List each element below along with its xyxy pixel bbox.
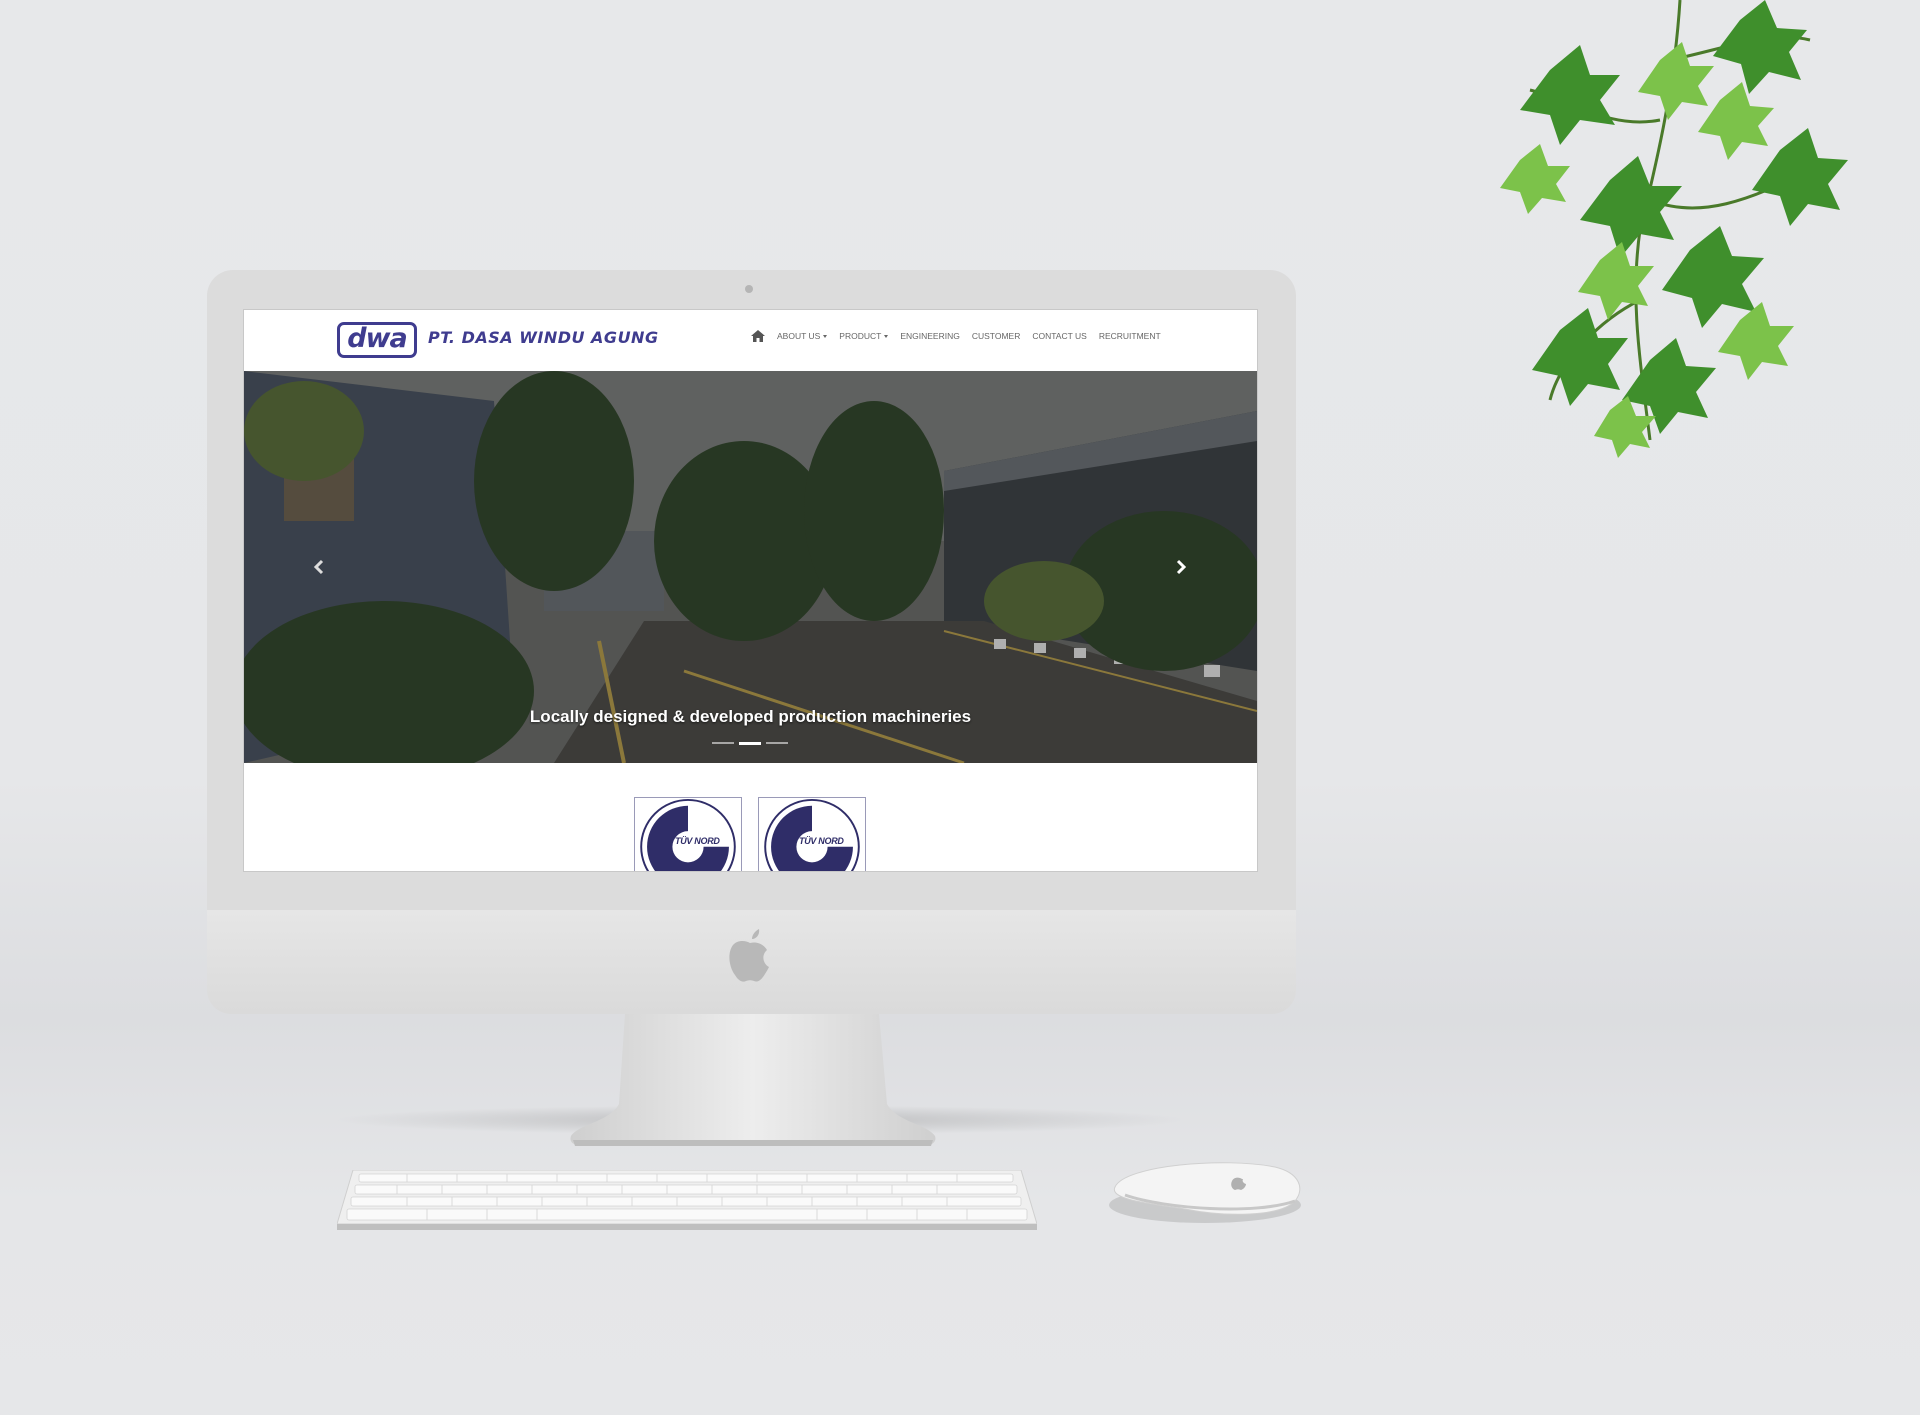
nav-label: ENGINEERING: [900, 331, 960, 341]
slide-indicator-1[interactable]: [712, 742, 734, 744]
certificate-label: TÜV NORD: [799, 836, 844, 846]
company-logo[interactable]: dwa: [337, 322, 417, 358]
main-nav: ABOUT US PRODUCT ENGINEERING CUSTOMER CO…: [751, 330, 1173, 342]
nav-item-product[interactable]: PRODUCT: [839, 331, 889, 341]
slide-indicators: [712, 741, 793, 745]
camera-dot: [745, 285, 753, 293]
keyboard: [337, 1170, 1037, 1230]
certificate-badge[interactable]: TÜV NORD: [634, 797, 742, 871]
ivy-plant-decoration: [1500, 0, 1848, 458]
nav-label: PRODUCT: [839, 331, 882, 341]
monitor-chin: [207, 910, 1296, 1014]
nav-item-contact-us[interactable]: CONTACT US: [1032, 331, 1086, 341]
slide-indicator-3[interactable]: [766, 742, 788, 744]
tuv-nord-logo: [640, 798, 736, 871]
website-screen: dwa PT. DASA WINDU AGUNG ABOUT US PRODUC…: [243, 309, 1258, 872]
prev-slide-icon[interactable]: [312, 557, 326, 577]
certificate-label: TÜV NORD: [675, 836, 720, 846]
slide-caption: Locally designed & developed production …: [529, 707, 972, 726]
certificate-badge[interactable]: TÜV NORD: [758, 797, 866, 871]
nav-label: CUSTOMER: [971, 331, 1021, 341]
nav-label: RECRUITMENT: [1098, 331, 1161, 341]
caret-down-icon: [884, 334, 889, 338]
apple-logo-icon: [729, 929, 769, 982]
caret-down-icon: [823, 334, 828, 338]
company-name[interactable]: PT. DASA WINDU AGUNG: [428, 328, 659, 347]
nav-item-about-us[interactable]: ABOUT US: [777, 331, 828, 341]
nav-item-customer[interactable]: CUSTOMER: [972, 331, 1021, 341]
nav-item-recruitment[interactable]: RECRUITMENT: [1099, 331, 1161, 341]
certificates: TÜV NORD TÜV NORD: [634, 797, 882, 871]
monitor-bezel: dwa PT. DASA WINDU AGUNG ABOUT US PRODUC…: [207, 270, 1296, 910]
hero-slide-image: [244, 371, 1257, 763]
hero-slider: Locally designed & developed production …: [244, 371, 1257, 763]
imac-monitor: dwa PT. DASA WINDU AGUNG ABOUT US PRODUC…: [207, 270, 1296, 1014]
nav-item-engineering[interactable]: ENGINEERING: [900, 331, 960, 341]
tuv-nord-logo: [764, 798, 860, 871]
imac-stand: [570, 1014, 936, 1146]
next-slide-icon[interactable]: [1174, 557, 1188, 577]
slide-indicator-2[interactable]: [739, 741, 761, 745]
nav-label: ABOUT US: [777, 331, 821, 341]
nav-label: CONTACT US: [1032, 331, 1087, 341]
home-icon[interactable]: [751, 330, 765, 342]
magic-mouse: [1109, 1162, 1301, 1223]
site-header: dwa PT. DASA WINDU AGUNG ABOUT US PRODUC…: [244, 310, 1257, 370]
